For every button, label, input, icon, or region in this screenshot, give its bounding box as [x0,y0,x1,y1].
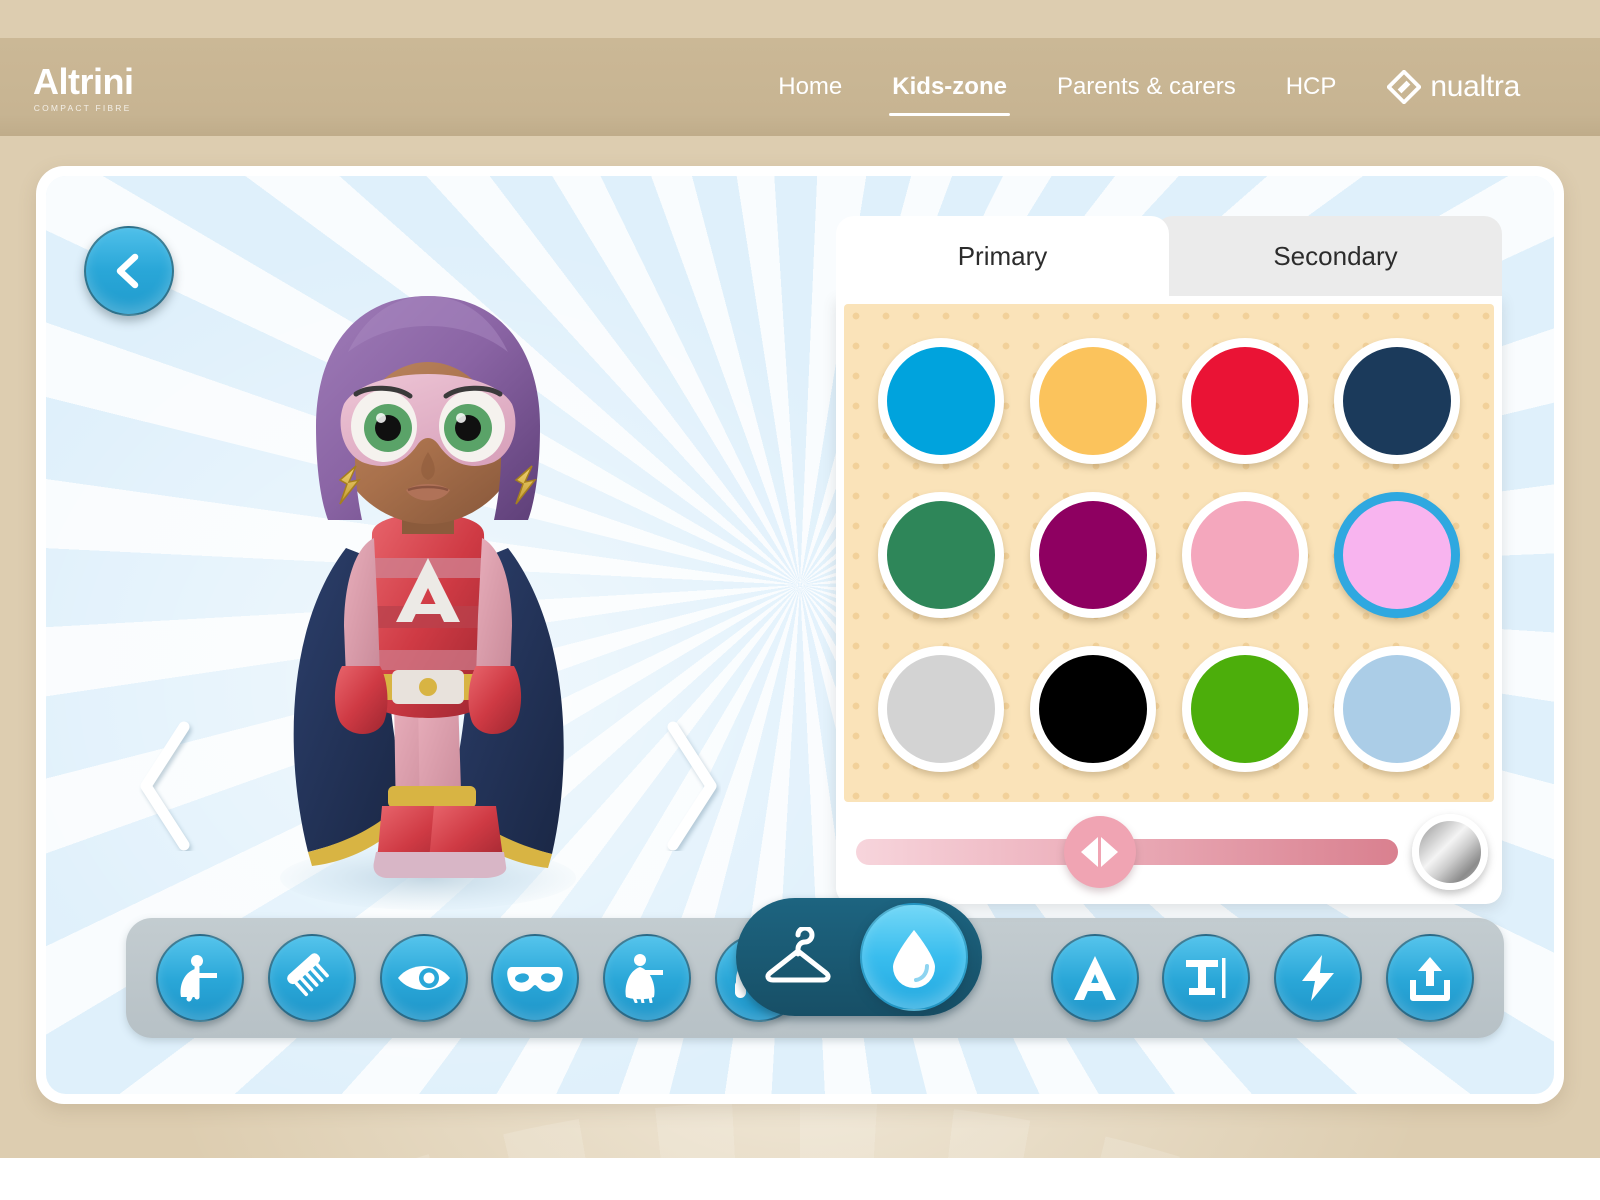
swatch-cell-soft-pink[interactable] [1174,482,1316,628]
shade-slider-thumb[interactable] [1063,816,1136,888]
tab-primary[interactable]: Primary [836,216,1169,296]
outfit-colour-tool-group [736,898,982,1016]
chevron-left-icon [140,721,190,851]
panel-body [836,296,1502,904]
tool-mask-button[interactable] [491,934,580,1022]
swatch-cell-light-grey[interactable] [870,636,1012,782]
shade-slider[interactable] [856,816,1398,888]
swatch-cell-crimson-red[interactable] [1174,328,1316,474]
toolbar-slot-emblem-tool [1039,934,1151,1022]
clothes-hanger-icon [765,927,831,983]
toolbar-slot-text-tool [1150,934,1262,1022]
nualtra-brand[interactable]: nualtra [1387,70,1520,104]
chevron-left-icon [116,253,139,289]
nualtra-wordmark: nualtra [1430,70,1520,103]
colour-swatch-pale-blue[interactable] [1334,646,1460,772]
tool-colour-button[interactable] [860,903,968,1011]
swatch-cell-magenta-purple[interactable] [1022,482,1164,628]
comb-icon [286,953,329,997]
arrow-left-icon [1081,837,1099,867]
swatch-cell-black[interactable] [1022,636,1164,782]
shade-slider-row [844,802,1494,902]
next-avatar-arrow[interactable] [661,721,721,851]
primary-nav: Home Kids-zone Parents & carers HCP nual… [753,38,1520,136]
tool-power-button[interactable] [1274,934,1363,1022]
main-card: Primary Secondary [36,166,1564,1104]
toolbar-slot-mask-tool [479,934,591,1022]
back-button[interactable] [84,226,174,316]
tool-emblem-button[interactable] [1050,934,1139,1022]
tool-hair-button[interactable] [267,934,356,1022]
text-cursor-icon [1186,958,1226,998]
cape-icon [625,954,664,1003]
nav-item-kids-zone[interactable]: Kids-zone [867,72,1032,116]
swatch-cell-cyan-blue[interactable] [870,328,1012,474]
nav-item-parents-carers[interactable]: Parents & carers [1032,72,1261,102]
altrini-logo[interactable]: Altrini COMPACT FIBRE [33,61,134,114]
tab-secondary[interactable]: Secondary [1155,216,1502,296]
arrow-right-icon [1101,837,1119,867]
superhero-avatar-illustration [280,296,576,910]
nav-item-home[interactable]: Home [753,72,867,102]
colour-swatch-amber-yellow[interactable] [1030,338,1156,464]
toolbar-slot-cape-tool [591,934,703,1022]
colour-swatch-grid [844,304,1494,802]
superhero-figure-icon [180,955,217,1002]
eye-icon [397,966,450,990]
tool-outfit-button[interactable] [736,927,860,987]
colour-picker-panel: Primary Secondary [836,216,1502,904]
tool-share-button[interactable] [1386,934,1475,1022]
lightning-bolt-icon [1302,955,1335,1001]
colour-swatch-crimson-red[interactable] [1182,338,1308,464]
nualtra-diamond-icon [1387,70,1422,104]
avatar-creator-page: Altrini COMPACT FIBRE Home Kids-zone Par… [0,0,1600,1200]
previous-avatar-arrow[interactable] [136,721,196,851]
panel-tab-bar: Primary Secondary [836,216,1502,296]
colour-swatch-navy-blue[interactable] [1334,338,1460,464]
toolbar-slot-share-tool [1374,934,1486,1022]
letter-a-icon [1073,956,1116,1000]
toolbar-slot-body-tool [144,934,256,1022]
swatch-cell-navy-blue[interactable] [1326,328,1468,474]
water-droplet-icon [893,930,935,988]
colour-swatch-light-violet[interactable] [1334,492,1460,618]
metallic-chrome-swatch[interactable] [1412,814,1488,890]
tool-cape-button[interactable] [603,934,692,1022]
colour-swatch-light-grey[interactable] [878,646,1004,772]
colour-swatch-bright-green[interactable] [1182,646,1308,772]
swatch-cell-bright-green[interactable] [1174,636,1316,782]
logo-tagline: COMPACT FIBRE [33,103,132,113]
swatch-cell-amber-yellow[interactable] [1022,328,1164,474]
avatar-stage: Primary Secondary [46,176,1554,1094]
avatar-preview[interactable] [196,266,656,966]
tool-eyes-button[interactable] [379,934,468,1022]
toolbar-slot-power-tool [1262,934,1374,1022]
colour-swatch-forest-green[interactable] [878,492,1004,618]
swatch-cell-pale-blue[interactable] [1326,636,1468,782]
colour-swatch-cyan-blue[interactable] [878,338,1004,464]
toolbar-slot-hair-tool [256,934,368,1022]
tool-body-button[interactable] [155,934,244,1022]
upload-share-icon [1410,957,1451,1001]
toolbar-slot-eyes-tool [368,934,480,1022]
colour-swatch-black[interactable] [1030,646,1156,772]
top-navigation-bar: Altrini COMPACT FIBRE Home Kids-zone Par… [0,38,1600,136]
swatch-cell-light-violet[interactable] [1326,482,1468,628]
nav-item-hcp[interactable]: HCP [1261,72,1362,102]
logo-wordmark: Altrini [33,61,134,102]
tool-text-button[interactable] [1162,934,1251,1022]
colour-swatch-soft-pink[interactable] [1182,492,1308,618]
mask-icon [507,967,564,992]
chevron-right-icon [667,721,717,851]
colour-swatch-magenta-purple[interactable] [1030,492,1156,618]
swatch-cell-forest-green[interactable] [870,482,1012,628]
